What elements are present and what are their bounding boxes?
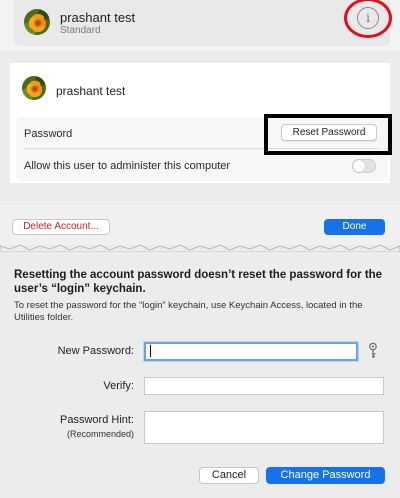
verify-label: Verify: — [103, 380, 134, 392]
password-hint-input[interactable] — [144, 411, 384, 444]
key-icon[interactable] — [367, 342, 379, 360]
torn-edge-divider — [0, 244, 400, 252]
user-avatar-flower — [22, 76, 46, 100]
dialog-explanation: To reset the password for the “login” ke… — [14, 300, 363, 323]
user-name: prashant test — [56, 84, 126, 98]
password-hint-label: Password Hint: — [60, 414, 134, 426]
user-avatar-flower — [24, 9, 50, 35]
cancel-button[interactable]: Cancel — [199, 467, 259, 484]
done-button[interactable]: Done — [324, 219, 385, 235]
password-hint-sublabel: (Recommended) — [66, 429, 134, 439]
verify-password-input[interactable] — [144, 377, 384, 395]
delete-account-button[interactable]: Delete Account... — [12, 219, 110, 235]
password-label: Password — [24, 128, 73, 140]
admin-toggle-knob[interactable] — [353, 160, 365, 172]
annotation-black-box — [264, 114, 392, 155]
new-password-input[interactable] — [144, 342, 358, 361]
dialog-headline: Resetting the account password doesn’t r… — [14, 269, 383, 295]
admin-toggle-label: Allow this user to administer this compu… — [24, 160, 231, 172]
change-password-button[interactable]: Change Password — [266, 467, 385, 484]
new-password-label: New Password: — [57, 345, 134, 357]
user-role: Standard — [60, 25, 101, 36]
user-name: prashant test — [60, 10, 136, 25]
text-cursor — [150, 345, 151, 357]
